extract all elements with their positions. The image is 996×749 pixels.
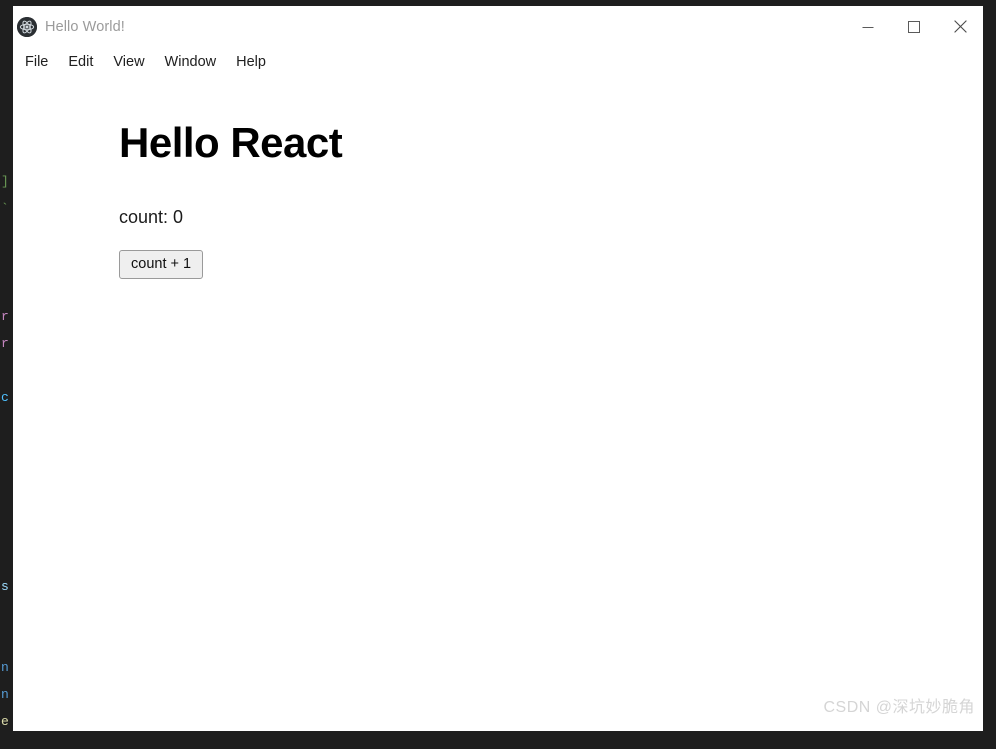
code-line: `: [1, 201, 9, 216]
editor-code-sliver: ]`rrcsnnee: [0, 6, 13, 731]
menu-bar: File Edit View Window Help: [13, 47, 983, 77]
increment-count-button[interactable]: count + 1: [119, 250, 204, 279]
code-line: n: [1, 687, 9, 702]
close-button[interactable]: [937, 6, 983, 47]
menu-item-file[interactable]: File: [15, 51, 58, 73]
code-line: e: [1, 714, 9, 729]
code-line: ]: [1, 174, 9, 189]
code-line: r: [1, 309, 9, 324]
minimize-button[interactable]: [845, 6, 891, 47]
window-title: Hello World!: [45, 18, 125, 35]
page-content: Hello React count: 0 count + 1 CSDN @深坑妙…: [13, 77, 983, 731]
menu-item-window[interactable]: Window: [155, 51, 227, 73]
csdn-watermark: CSDN @深坑妙脆角: [823, 699, 975, 716]
code-line: s: [1, 579, 9, 594]
page-title: Hello React: [119, 119, 343, 166]
menu-item-edit[interactable]: Edit: [58, 51, 103, 73]
maximize-button[interactable]: [891, 6, 937, 47]
code-line: r: [1, 336, 9, 351]
count-display: count: 0: [119, 207, 184, 227]
window-controls: [845, 6, 983, 47]
menu-item-help[interactable]: Help: [226, 51, 276, 73]
title-bar[interactable]: Hello World!: [13, 6, 983, 47]
application-window: Hello World! File Edit View Window Help …: [13, 6, 983, 731]
menu-item-view[interactable]: View: [103, 51, 154, 73]
code-line: n: [1, 660, 9, 675]
react-atom-icon: [17, 16, 37, 37]
code-line: c: [1, 390, 9, 405]
